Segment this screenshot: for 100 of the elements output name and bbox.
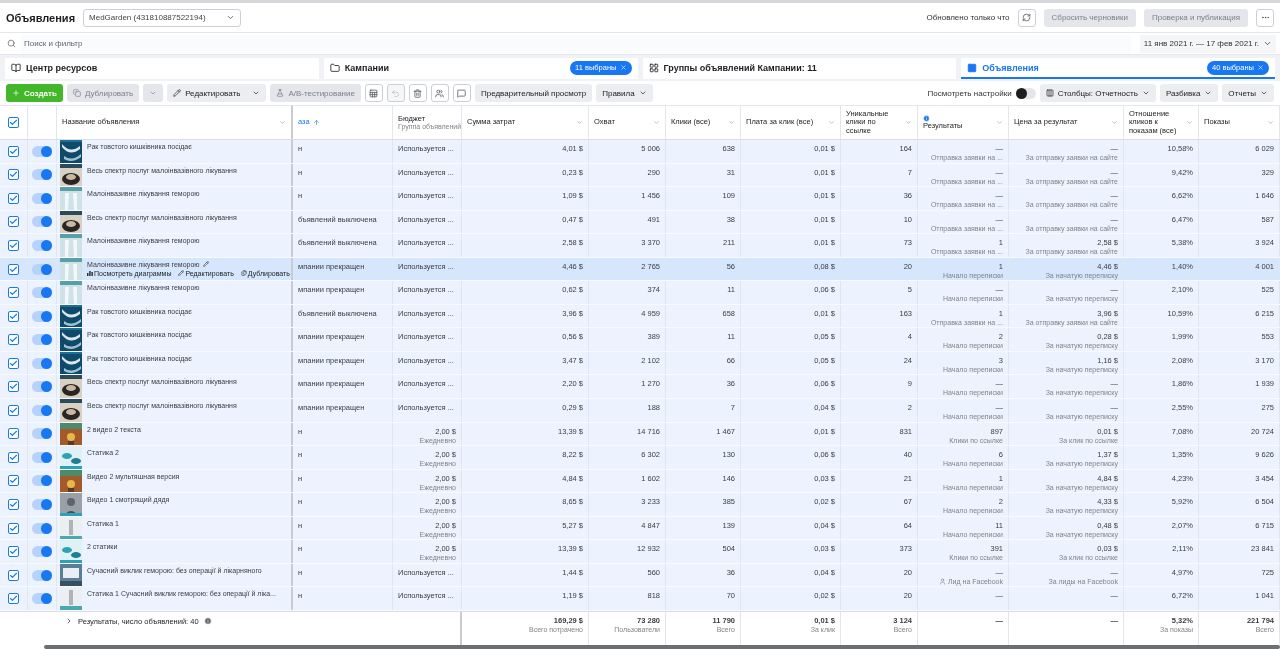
tab-icon	[967, 62, 978, 73]
toggle-switch[interactable]	[32, 475, 52, 487]
row-checkbox[interactable]	[8, 498, 19, 510]
caret-icon	[1263, 39, 1272, 48]
row-checkbox[interactable]	[8, 404, 19, 416]
row-checkbox[interactable]	[8, 169, 19, 181]
page-title: Объявления	[6, 11, 76, 24]
toggle-switch[interactable]	[1015, 87, 1036, 99]
toggle-label: Посмотреть настройки	[927, 88, 1012, 98]
row-checkbox[interactable]	[8, 216, 19, 228]
row-checkbox[interactable]	[8, 451, 19, 463]
columns-icon	[1045, 89, 1054, 97]
caret-icon	[653, 119, 660, 126]
sheet-icon	[369, 88, 379, 98]
caret-icon	[1141, 89, 1150, 97]
menu-button[interactable]: Отчеты	[1222, 84, 1274, 102]
toggle-switch[interactable]	[32, 192, 52, 204]
row-checkbox[interactable]	[8, 145, 19, 157]
toggle-switch[interactable]	[32, 239, 52, 251]
row-checkbox[interactable]	[8, 428, 19, 440]
toggle-switch[interactable]	[32, 546, 52, 558]
caret-icon	[638, 89, 647, 97]
toggle-switch[interactable]	[32, 357, 52, 369]
toggle-switch[interactable]	[32, 145, 52, 157]
pencil-icon	[178, 270, 185, 277]
tab-icon	[648, 62, 659, 73]
toggle-switch[interactable]	[32, 169, 52, 181]
row-checkbox[interactable]	[8, 593, 19, 605]
toolbar-icon-button[interactable]	[430, 84, 449, 102]
toolbar-icon-button[interactable]	[364, 84, 383, 102]
toggle-switch[interactable]	[32, 522, 52, 534]
row-checkbox[interactable]	[8, 287, 19, 299]
menu-button[interactable]: Столбцы: Отчетность	[1039, 84, 1156, 102]
toggle-switch[interactable]	[32, 593, 52, 605]
expand-icon[interactable]	[65, 617, 73, 625]
row-checkbox[interactable]	[8, 310, 19, 322]
close-icon	[1257, 64, 1264, 71]
caret-icon	[576, 119, 583, 126]
more-icon	[1260, 13, 1270, 22]
tab[interactable]: Центр ресурсов	[5, 58, 319, 79]
account-select[interactable]: MedGarden (431810887522194)	[83, 8, 242, 27]
toggle-switch[interactable]	[32, 216, 52, 228]
rules-button[interactable]: Правила	[596, 84, 653, 102]
row-checkbox[interactable]	[8, 522, 19, 534]
toggle-switch[interactable]	[32, 498, 52, 510]
caret-icon	[996, 119, 1003, 126]
tab[interactable]: Группы объявлений Кампании: 11	[642, 58, 957, 79]
date-range-button[interactable]: 11 янв 2021 г. — 17 фев 2021 г.	[1139, 34, 1276, 53]
row-checkbox[interactable]	[8, 239, 19, 251]
toolbar-icon-button[interactable]	[408, 84, 427, 102]
info-icon	[203, 617, 212, 625]
caret-icon	[728, 119, 735, 126]
tab-icon	[329, 62, 340, 73]
refresh-icon	[1022, 13, 1032, 22]
button-icon	[173, 89, 182, 97]
caret-icon	[828, 119, 835, 126]
search-icon	[7, 39, 16, 48]
refresh-button[interactable]	[1017, 8, 1036, 27]
caret-icon	[1204, 89, 1213, 97]
people-icon	[435, 88, 445, 98]
preview-button[interactable]: Предварительный просмотр	[474, 84, 593, 102]
toggle-switch[interactable]	[32, 287, 52, 299]
row-checkbox[interactable]	[8, 263, 19, 275]
caret-icon	[1260, 89, 1268, 97]
pencil-icon	[202, 261, 209, 268]
comment-icon	[457, 88, 467, 98]
row-checkbox[interactable]	[8, 334, 19, 346]
toggle-switch[interactable]	[32, 404, 52, 416]
caret-icon	[226, 13, 236, 22]
row-checkbox[interactable]	[8, 475, 19, 487]
caret-icon	[905, 119, 912, 126]
row-checkbox[interactable]	[8, 192, 19, 204]
toggle-switch[interactable]	[32, 334, 52, 346]
toggle-switch[interactable]	[32, 428, 52, 440]
toolbar-button[interactable]: Редактировать	[167, 84, 267, 102]
caret-icon	[252, 89, 261, 97]
select-all-checkbox[interactable]	[8, 117, 19, 128]
menu-button[interactable]: Разбивка	[1159, 84, 1219, 102]
tab-icon	[11, 62, 21, 73]
undo-icon	[391, 88, 401, 98]
button-icon	[276, 89, 285, 97]
caret-icon	[1186, 119, 1193, 126]
search-field[interactable]: Поиск и фильтр	[21, 34, 1131, 53]
toggle-switch[interactable]	[32, 569, 52, 581]
scrollbar[interactable]	[44, 645, 1280, 649]
toolbar-icon-button[interactable]	[452, 84, 471, 102]
toggle-switch[interactable]	[32, 310, 52, 322]
row-checkbox[interactable]	[8, 381, 19, 393]
caret-icon	[279, 119, 286, 126]
status-text: Обновлено только что	[926, 13, 1010, 22]
copy-icon	[240, 270, 247, 277]
chart-icon	[87, 270, 93, 277]
row-checkbox[interactable]	[8, 357, 19, 369]
button-icon	[12, 89, 20, 97]
toggle-switch[interactable]	[32, 263, 52, 275]
row-checkbox[interactable]	[8, 569, 19, 581]
button-icon	[72, 89, 81, 97]
toggle-switch[interactable]	[32, 381, 52, 393]
toggle-switch[interactable]	[32, 451, 52, 463]
row-checkbox[interactable]	[8, 546, 19, 558]
